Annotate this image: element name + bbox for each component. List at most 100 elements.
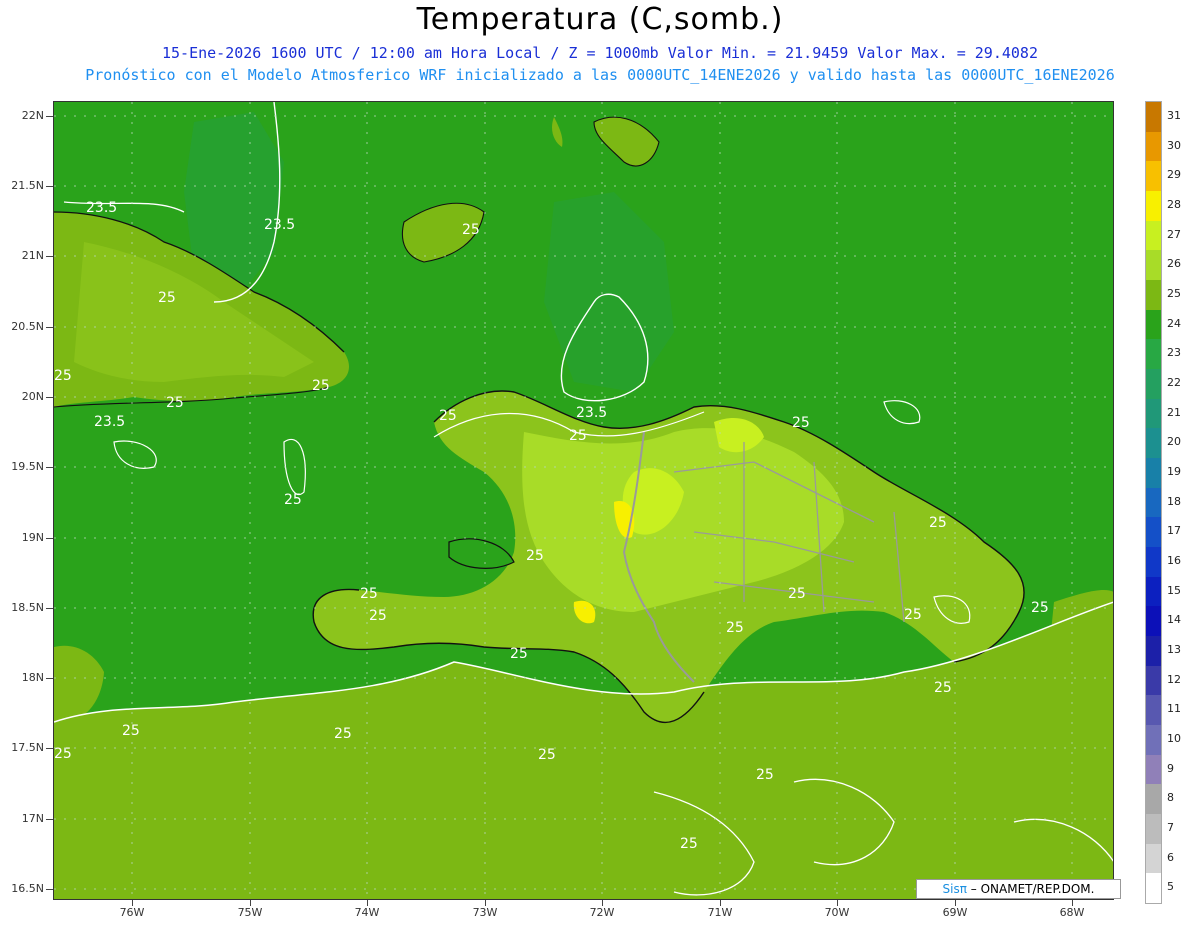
colorbar-segment — [1146, 398, 1161, 429]
y-axis-label: 18N — [21, 671, 44, 684]
colorbar-segment — [1146, 458, 1161, 489]
colorbar-segment — [1146, 754, 1161, 785]
y-axis-label: 18.5N — [11, 601, 44, 614]
map-subtitle-model-info: Pronóstico con el Modelo Atmosferico WRF… — [85, 66, 1115, 84]
colorbar-label: 12 — [1167, 672, 1181, 686]
contour-label: 25 — [510, 646, 528, 662]
colorbar-segment — [1146, 784, 1161, 815]
y-axis-label: 21N — [21, 249, 44, 262]
contour-label: 25 — [726, 620, 744, 636]
x-axis-label: 68W — [1059, 906, 1085, 919]
colorbar-segment — [1146, 131, 1161, 162]
colorbar-segment — [1146, 309, 1161, 340]
contour-label: 23.5 — [86, 200, 117, 216]
y-axis-tick — [46, 256, 53, 257]
colorbar-label: 28 — [1167, 197, 1181, 211]
x-axis-label: 76W — [119, 906, 145, 919]
y-axis-tick — [46, 889, 53, 890]
contour-label: 25 — [54, 746, 72, 762]
colorbar-segment — [1146, 369, 1161, 400]
temperature-map[interactable]: 23.5 23.5 25 25 25 25 23.5 25 25 25 23.5… — [54, 102, 1114, 900]
contour-label: 25 — [439, 408, 457, 424]
contour-label: 25 — [122, 723, 140, 739]
colorbar-label: 9 — [1167, 761, 1174, 775]
colorbar-segment — [1146, 665, 1161, 696]
colorbar-label: 29 — [1167, 168, 1181, 182]
colorbar-label: 22 — [1167, 375, 1181, 389]
credit-sis: Sisπ — [942, 882, 967, 896]
colorbar-label: 27 — [1167, 227, 1181, 241]
y-axis-tick — [46, 186, 53, 187]
contour-label: 23.5 — [264, 217, 295, 233]
colorbar-label: 26 — [1167, 257, 1181, 271]
contour-label: 25 — [788, 586, 806, 602]
y-axis-label: 20.5N — [11, 320, 44, 333]
colorbar-segment — [1146, 102, 1161, 133]
contour-label: 25 — [360, 586, 378, 602]
y-axis-label: 17.5N — [11, 741, 44, 754]
y-axis-label: 22N — [21, 109, 44, 122]
colorbar-label: 23 — [1167, 346, 1181, 360]
y-axis-label: 19N — [21, 531, 44, 544]
map-canvas: 23.5 23.5 25 25 25 25 23.5 25 25 25 23.5… — [54, 102, 1114, 900]
y-axis-label: 16.5N — [11, 882, 44, 895]
colorbar-label: 8 — [1167, 791, 1174, 805]
contour-label: 25 — [904, 607, 922, 623]
colorbar-label: 16 — [1167, 553, 1181, 567]
colorbar-label: 30 — [1167, 138, 1181, 152]
colorbar-segment — [1146, 547, 1161, 578]
contour-label: 25 — [284, 492, 302, 508]
colorbar-segment — [1146, 636, 1161, 667]
colorbar-label: 31 — [1167, 108, 1181, 122]
contour-label: 25 — [1031, 600, 1049, 616]
x-axis-label: 72W — [589, 906, 615, 919]
y-axis-tick — [46, 819, 53, 820]
contour-label: 25 — [54, 368, 72, 384]
colorbar-label: 25 — [1167, 286, 1181, 300]
credit-onamet: – ONAMET/REP.DOM. — [966, 882, 1095, 896]
y-axis-tick — [46, 467, 53, 468]
colorbar-segment — [1146, 606, 1161, 637]
x-axis-label: 74W — [354, 906, 380, 919]
colorbar-label: 10 — [1167, 731, 1181, 745]
contour-label: 25 — [462, 222, 480, 238]
colorbar-label: 21 — [1167, 405, 1181, 419]
contour-label: 25 — [158, 290, 176, 306]
contour-label: 25 — [334, 726, 352, 742]
contour-label: 25 — [934, 680, 952, 696]
contour-label: 25 — [756, 767, 774, 783]
colorbar-segment — [1146, 250, 1161, 281]
map-title: Temperatura (C,somb.) — [416, 2, 784, 37]
colorbar-label: 14 — [1167, 613, 1181, 627]
contour-label: 25 — [538, 747, 556, 763]
colorbar-label: 24 — [1167, 316, 1181, 330]
colorbar-label: 18 — [1167, 494, 1181, 508]
y-axis-label: 20N — [21, 390, 44, 403]
colorbar-label: 7 — [1167, 820, 1174, 834]
colorbar-label: 6 — [1167, 850, 1174, 864]
colorbar-label: 17 — [1167, 524, 1181, 538]
colorbar-segment — [1146, 220, 1161, 251]
y-axis-label: 17N — [21, 812, 44, 825]
colorbar-segment — [1146, 814, 1161, 845]
colorbar-segment — [1146, 873, 1161, 904]
map-subtitle-valid-time: 15-Ene-2026 1600 UTC / 12:00 am Hora Loc… — [162, 44, 1038, 62]
colorbar-segment — [1146, 161, 1161, 192]
colorbar-label: 13 — [1167, 642, 1181, 656]
x-axis-label: 71W — [707, 906, 733, 919]
contour-label: 25 — [792, 415, 810, 431]
y-axis-tick — [46, 748, 53, 749]
puerto-rico-west — [1049, 590, 1114, 665]
colorbar-segment — [1146, 191, 1161, 222]
y-axis-tick — [46, 397, 53, 398]
y-axis-tick — [46, 327, 53, 328]
contour-label: 23.5 — [94, 414, 125, 430]
colorbar-segment — [1146, 428, 1161, 459]
colorbar-segment — [1146, 695, 1161, 726]
colorbar-segment — [1146, 517, 1161, 548]
colorbar-label: 20 — [1167, 435, 1181, 449]
x-axis-label: 69W — [942, 906, 968, 919]
colorbar-label: 19 — [1167, 464, 1181, 478]
contour-label: 25 — [680, 836, 698, 852]
y-axis-tick — [46, 608, 53, 609]
